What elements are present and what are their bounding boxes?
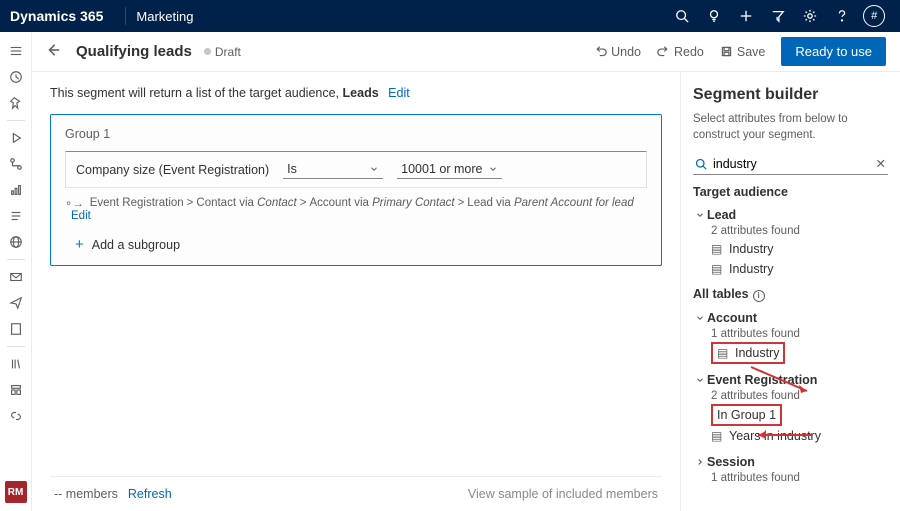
page-title: Qualifying leads bbox=[76, 43, 192, 60]
intro-text: This segment will return a list of the t… bbox=[50, 86, 662, 100]
redo-label: Redo bbox=[674, 45, 704, 59]
undo-label: Undo bbox=[611, 45, 641, 59]
library-icon[interactable] bbox=[3, 351, 29, 377]
panel-title: Segment builder bbox=[693, 86, 888, 104]
main-canvas: This segment will return a list of the t… bbox=[32, 72, 680, 511]
session-node[interactable]: Session bbox=[693, 452, 888, 472]
view-sample-link[interactable]: View sample of included members bbox=[468, 487, 658, 501]
search-input[interactable] bbox=[713, 157, 876, 171]
target-audience-label: Target audience bbox=[693, 185, 888, 199]
brand-divider bbox=[125, 7, 126, 25]
panel-hint: Select attributes from below to construc… bbox=[693, 112, 888, 143]
intro-sentence: This segment will return a list of the t… bbox=[50, 86, 339, 100]
mail-icon[interactable] bbox=[3, 264, 29, 290]
user-avatar-square[interactable]: RM bbox=[5, 481, 27, 503]
eventreg-attr-years[interactable]: ▤Years in industry bbox=[693, 426, 888, 446]
group-title: Group 1 bbox=[65, 127, 647, 141]
left-nav-rail: RM bbox=[0, 32, 32, 511]
back-button[interactable] bbox=[46, 43, 70, 60]
lead-node[interactable]: Lead bbox=[693, 205, 888, 225]
save-button[interactable]: Save bbox=[720, 45, 766, 59]
redo-button[interactable]: Redo bbox=[657, 45, 704, 59]
filter-icon[interactable] bbox=[762, 0, 794, 32]
field-icon: ▤ bbox=[717, 346, 731, 360]
attribute-search[interactable]: ✕ bbox=[693, 153, 888, 175]
chevron-down-icon bbox=[488, 164, 498, 174]
info-icon[interactable]: i bbox=[753, 290, 765, 302]
value-dropdown[interactable]: 10001 or more bbox=[397, 160, 502, 179]
path-icon: ∘→ bbox=[65, 196, 84, 210]
chevron-down-icon bbox=[369, 164, 379, 174]
user-avatar-circle[interactable]: # bbox=[858, 0, 890, 32]
footer-bar: -- members Refresh View sample of includ… bbox=[50, 476, 662, 511]
plus-icon: + bbox=[75, 236, 84, 253]
page-icon[interactable] bbox=[3, 316, 29, 342]
add-subgroup-button[interactable]: + Add a subgroup bbox=[65, 236, 647, 253]
top-nav-bar: Dynamics 365 Marketing # bbox=[0, 0, 900, 32]
search-icon bbox=[695, 158, 707, 170]
segment-builder-panel: Segment builder Select attributes from b… bbox=[680, 72, 900, 511]
lead-attr-industry-1[interactable]: ▤Industry bbox=[693, 239, 888, 259]
plus-icon[interactable] bbox=[730, 0, 762, 32]
gear-icon[interactable] bbox=[794, 0, 826, 32]
refresh-link[interactable]: Refresh bbox=[128, 487, 172, 501]
clock-icon[interactable] bbox=[3, 64, 29, 90]
eventreg-node[interactable]: Event Registration bbox=[693, 370, 888, 390]
product-brand: Dynamics 365 bbox=[10, 8, 103, 24]
help-icon[interactable] bbox=[826, 0, 858, 32]
edit-audience-link[interactable]: Edit bbox=[388, 86, 410, 100]
hamburger-icon[interactable] bbox=[3, 38, 29, 64]
account-count: 1 attributes found bbox=[693, 328, 888, 340]
play-icon[interactable] bbox=[3, 125, 29, 151]
chart-icon[interactable] bbox=[3, 177, 29, 203]
account-node[interactable]: Account bbox=[693, 308, 888, 328]
globe-icon[interactable] bbox=[3, 229, 29, 255]
module-name[interactable]: Marketing bbox=[136, 9, 193, 24]
chevron-down-icon bbox=[693, 210, 707, 220]
rule-row: Company size (Event Registration) Is 100… bbox=[65, 151, 647, 188]
template-icon[interactable] bbox=[3, 377, 29, 403]
operator-dropdown[interactable]: Is bbox=[283, 160, 383, 179]
search-icon[interactable] bbox=[666, 0, 698, 32]
clear-search-icon[interactable]: ✕ bbox=[876, 156, 886, 171]
status-text: Draft bbox=[215, 45, 241, 59]
rule-field-label: Company size (Event Registration) bbox=[76, 163, 269, 177]
chevron-down-icon bbox=[693, 313, 707, 323]
lightbulb-icon[interactable] bbox=[698, 0, 730, 32]
session-count: 1 attributes found bbox=[693, 472, 888, 484]
audience-name: Leads bbox=[343, 86, 379, 100]
field-icon: ▤ bbox=[711, 429, 725, 443]
eventreg-attr-ingroup1[interactable]: In Group 1 bbox=[711, 404, 782, 426]
lead-attr-industry-2[interactable]: ▤Industry bbox=[693, 259, 888, 279]
group-1-box[interactable]: Group 1 Company size (Event Registration… bbox=[50, 114, 662, 266]
journey-icon[interactable] bbox=[3, 151, 29, 177]
undo-button[interactable]: Undo bbox=[594, 45, 641, 59]
ready-to-use-button[interactable]: Ready to use bbox=[781, 37, 886, 66]
eventreg-count: 2 attributes found bbox=[693, 390, 888, 402]
edit-path-link[interactable]: Edit bbox=[71, 210, 91, 222]
value-text: 10001 or more bbox=[401, 162, 482, 176]
account-attr-industry[interactable]: ▤Industry bbox=[711, 342, 785, 364]
pin-icon[interactable] bbox=[3, 90, 29, 116]
link-icon[interactable] bbox=[3, 403, 29, 429]
operator-value: Is bbox=[287, 162, 297, 176]
chevron-down-icon bbox=[693, 375, 707, 385]
list-icon[interactable] bbox=[3, 203, 29, 229]
field-icon: ▤ bbox=[711, 262, 725, 276]
page-header: Qualifying leads Draft Undo Redo Save Re… bbox=[32, 32, 900, 72]
status-dot-icon bbox=[204, 48, 211, 55]
member-count: -- members bbox=[54, 487, 118, 501]
lead-count: 2 attributes found bbox=[693, 225, 888, 237]
field-icon: ▤ bbox=[711, 242, 725, 256]
chevron-right-icon bbox=[693, 457, 707, 467]
add-subgroup-label: Add a subgroup bbox=[92, 238, 180, 252]
send-icon[interactable] bbox=[3, 290, 29, 316]
relationship-path: ∘→ Event Registration> Contact via Conta… bbox=[65, 196, 647, 222]
all-tables-label: All tablesi bbox=[693, 287, 888, 302]
save-label: Save bbox=[737, 45, 766, 59]
